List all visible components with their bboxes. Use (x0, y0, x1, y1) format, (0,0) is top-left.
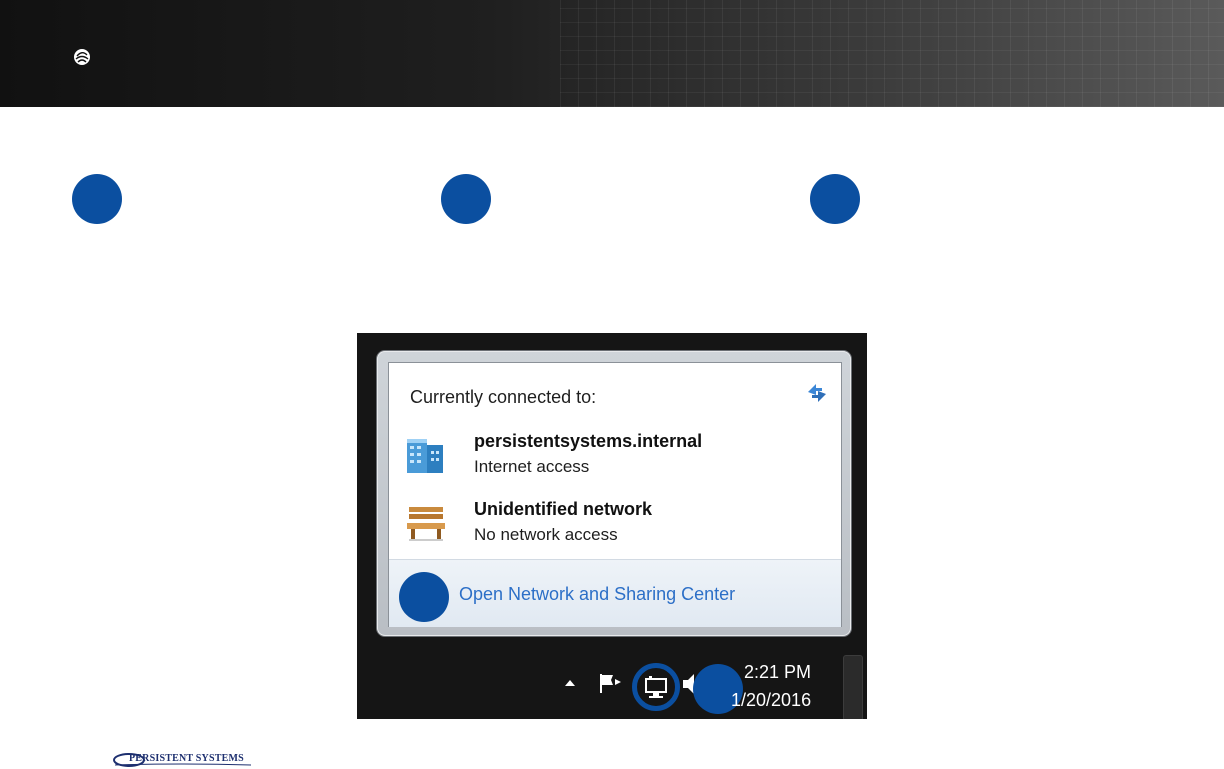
network-flyout: Currently connected to: persistentsystem… (377, 351, 851, 636)
network-item-domain[interactable]: persistentsystems.internal Internet acce… (403, 429, 823, 481)
header-decoration (560, 0, 1224, 107)
step-marker-1 (72, 174, 122, 224)
flyout-footer: Open Network and Sharing Center (389, 559, 841, 627)
network-flyout-content: Currently connected to: persistentsystem… (388, 362, 842, 627)
brand-logo: PERSISTENT SYSTEMS (113, 751, 255, 769)
network-name: Unidentified network (474, 499, 653, 519)
open-network-sharing-center-link[interactable]: Open Network and Sharing Center (459, 584, 735, 605)
network-icon (645, 676, 667, 698)
step-marker-2 (441, 174, 491, 224)
network-flyout-screenshot: Currently connected to: persistentsystem… (357, 333, 867, 719)
header-banner (0, 0, 1224, 107)
step-marker-3 (810, 174, 860, 224)
network-name: persistentsystems.internal (474, 431, 703, 451)
clock-time[interactable]: 2:21 PM (744, 662, 811, 683)
persistent-logo-mark-icon (74, 49, 90, 65)
taskbar: 2:21 PM 1/20/2016 (357, 651, 867, 719)
clock-date[interactable]: 1/20/2016 (731, 690, 811, 711)
network-status: No network access (474, 525, 618, 544)
show-hidden-icons-icon[interactable] (563, 676, 577, 690)
brand-text: PERSISTENT SYSTEMS (129, 753, 244, 764)
network-tray-button[interactable] (632, 663, 680, 711)
step-marker-4 (399, 572, 449, 622)
network-status: Internet access (474, 457, 590, 476)
connected-heading: Currently connected to: (410, 387, 597, 407)
refresh-arrows-icon[interactable] (803, 379, 831, 407)
show-desktop-button[interactable] (843, 655, 863, 719)
public-network-bench-icon (407, 507, 445, 541)
network-item-unidentified[interactable]: Unidentified network No network access (403, 497, 823, 549)
action-center-flag-icon[interactable] (597, 671, 625, 695)
domain-network-building-icon (407, 439, 443, 473)
